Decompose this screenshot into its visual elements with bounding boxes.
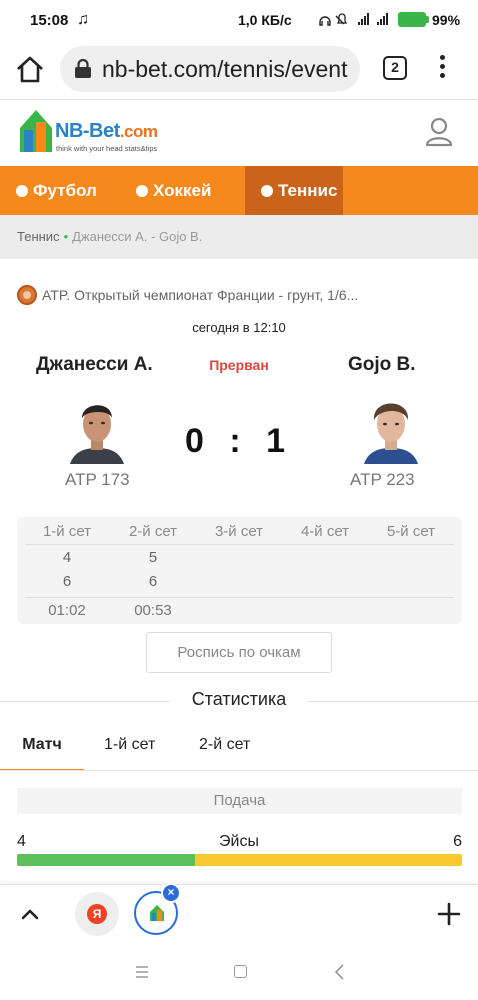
tab-set-2[interactable]: 2-й сет [199,736,250,771]
site-logo[interactable]: NB-Bet.com think with your head stats&ti… [18,108,178,158]
logo-tagline: think with your head stats&tips [56,144,158,153]
android-home-icon[interactable] [234,965,247,978]
user-icon[interactable] [424,116,454,148]
site-header: NB-Bet.com think with your head stats&ti… [0,100,478,166]
tennis-ball-icon [261,185,273,197]
tabs-divider [0,770,478,771]
match-status: Прерван [209,357,269,373]
football-icon [16,185,28,197]
site-favicon-icon [150,905,164,921]
tournament-line[interactable]: ATP. Открытый чемпионат Франции - грунт,… [17,285,467,307]
home-player-photo [70,394,124,464]
home-icon[interactable] [14,54,46,86]
tab-set-1[interactable]: 1-й сет [104,736,155,771]
address-bar[interactable]: nb-bet.com/tennis/event [60,46,360,92]
aces-away-value: 6 [453,833,462,850]
recents-icon[interactable] [135,965,149,979]
nav-item-hockey[interactable]: Хоккей [120,166,244,215]
chevron-up-icon[interactable] [18,903,42,927]
browser-bottom-bar: Я × [0,883,478,944]
new-tab-plus-icon[interactable] [436,901,462,927]
more-menu-icon[interactable] [434,52,450,86]
breadcrumb: Теннис • Джанесси А. - Gojo B. [0,215,478,259]
section-serve: Подача [17,788,462,814]
away-player-photo [364,394,418,464]
statistics-title: Статистика [179,689,299,710]
aces-label: Эйсы [219,833,259,850]
home-player-name[interactable]: Джанесси А. [36,354,153,376]
set-duration: 00:53 [134,602,172,619]
browser-toolbar: nb-bet.com/tennis/event 2 [0,42,478,100]
aces-home-value: 4 [17,833,26,850]
set-home-games: 4 [62,549,72,566]
home-player-rank: ATP 173 [65,470,130,489]
logo-text: NB-Bet.com [55,120,158,142]
nav-item-tennis[interactable]: Теннис [245,166,343,215]
set-header: 2-й сет [128,523,178,540]
breadcrumb-current: Джанесси А. - Gojo B. [72,229,203,244]
yandex-icon: Я [87,904,107,924]
tournament-name: ATP. Открытый чемпионат Франции - грунт,… [42,287,359,303]
set-header: 4-й сет [300,523,350,540]
set-table-divider [25,597,454,598]
headphones-mute-signal-icon [319,13,388,26]
tournament-logo-icon [17,285,37,305]
music-note-icon: ♫ [77,11,89,28]
hockey-icon [136,185,148,197]
lock-icon [75,59,91,78]
battery-percent: 99% [432,12,461,28]
status-time: 15:08 [30,12,69,29]
aces-home-fill [17,854,195,866]
android-nav-bar [0,944,478,1000]
away-player-rank: ATP 223 [350,470,415,489]
url-text: nb-bet.com/tennis/event [102,56,348,82]
close-tab-icon[interactable]: × [161,883,181,903]
away-player-name[interactable]: Gojo B. [348,354,416,376]
heading-rule [308,701,478,702]
set-scores-table: 1-й сет 4 6 01:02 2-й сет 5 6 00:53 3-й … [17,517,462,624]
set-table-divider [25,544,454,545]
set-home-games: 5 [148,549,158,566]
network-speed: 1,0 КБ/с [238,12,292,28]
tab-match[interactable]: Матч [0,736,84,771]
logo-mark-icon [20,110,52,152]
set-duration: 01:02 [48,602,86,619]
signal-icons [318,11,394,30]
back-icon[interactable] [333,963,347,981]
nav-item-football[interactable]: Футбол [0,166,118,215]
point-by-point-button[interactable]: Роспись по очкам [146,632,332,673]
set-header: 5-й сет [386,523,436,540]
set-header: 3-й сет [214,523,264,540]
battery-icon [398,12,429,27]
tab-switcher-button[interactable]: 2 [383,56,407,80]
set-header: 1-й сет [42,523,92,540]
set-away-games: 6 [148,573,158,590]
breadcrumb-tennis[interactable]: Теннис [17,229,60,244]
match-date: сегодня в 12:10 [192,320,286,335]
set-away-games: 6 [62,573,72,590]
yandex-tab-button[interactable]: Я [75,892,119,936]
match-score: 0 : 1 [184,422,294,460]
statistics-heading: Статистика [0,689,478,713]
breadcrumb-separator: • [63,229,69,244]
heading-rule [0,701,170,702]
aces-bar [17,854,462,866]
sports-nav: Футбол Хоккей Теннис [0,166,478,215]
status-bar: 15:08 ♫ 1,0 КБ/с 99% [0,0,478,42]
